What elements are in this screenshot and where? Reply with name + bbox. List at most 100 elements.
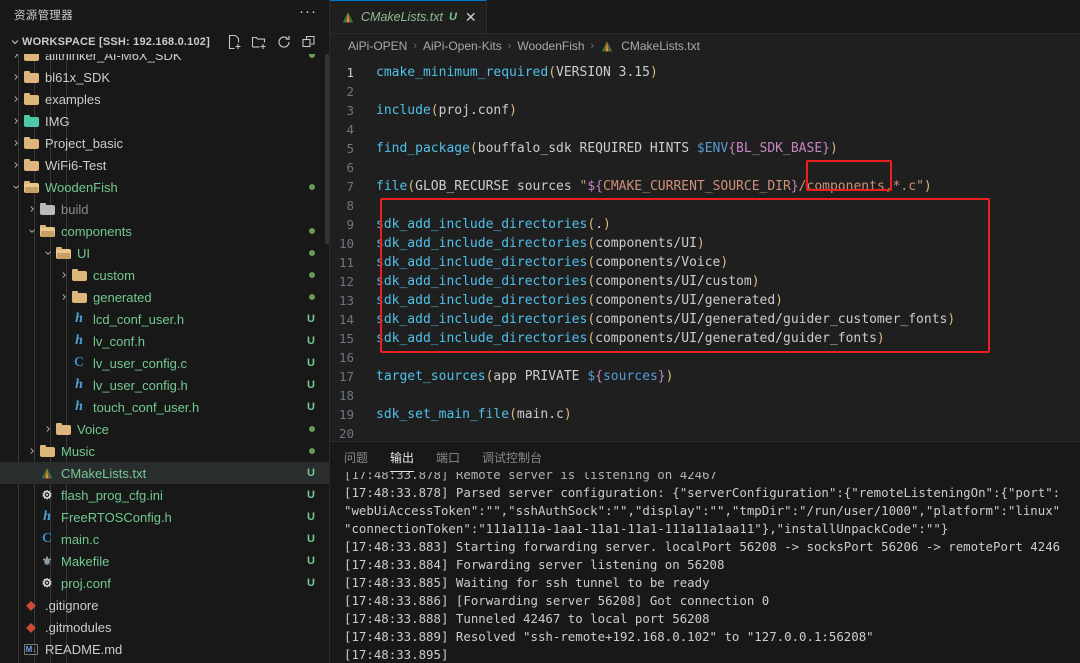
code-line[interactable]: 10 sdk_add_include_directories(components… [330,234,1080,253]
tree-file-row[interactable]: h touch_conf_user.h U [0,396,329,418]
tree-folder-row[interactable]: Project_basic [0,132,329,154]
code-line[interactable]: 4 [330,120,1080,139]
tree-file-row[interactable]: ⚜ Makefile U [0,550,329,572]
chevron-right-icon[interactable] [10,154,22,176]
code-line[interactable]: 7 file(GLOB_RECURSE sources "${CMAKE_CURR… [330,177,1080,196]
chevron-right-icon[interactable] [42,418,54,440]
chevron-right-icon[interactable] [26,198,38,220]
code-line[interactable]: 15 sdk_add_include_directories(components… [330,329,1080,348]
tree-file-row[interactable]: Cmain.c U [0,528,329,550]
tree-folder-row[interactable]: WoodenFish [0,176,329,198]
tree-folder-row[interactable]: generated [0,286,329,308]
code-line[interactable]: 14 sdk_add_include_directories(components… [330,310,1080,329]
close-icon[interactable]: ✕ [463,10,477,24]
tree-folder-row[interactable]: examples [0,88,329,110]
tree-folder-row[interactable]: WiFi6-Test [0,154,329,176]
code-line[interactable]: 1 cmake_minimum_required(VERSION 3.15) [330,63,1080,82]
code-token: ( [587,312,596,327]
chevron-down-icon[interactable] [42,242,54,264]
breadcrumb-segment[interactable]: AiPi-OPEN [348,39,407,53]
file-type-icon: h [70,308,88,330]
tree-file-row[interactable]: ◆ .gitignore [0,594,329,616]
breadcrumb-segment[interactable]: AiPi-Open-Kits [423,39,502,53]
folder-icon [23,54,39,61]
code-token: ) [665,369,674,384]
code-line[interactable]: 19 sdk_set_main_file(main.c) [330,405,1080,424]
chevron-right-icon[interactable] [10,132,22,154]
tree-folder-row[interactable]: UI [0,242,329,264]
breadcrumb[interactable]: AiPi-OPEN › AiPi-Open-Kits › WoodenFish › CMak… [330,34,1080,58]
code-line[interactable]: 17 target_sources(app PRIVATE ${sources}) [330,367,1080,386]
line-number: 17 [338,369,354,384]
chevron-right-icon[interactable] [58,264,70,286]
code-line[interactable]: 12 sdk_add_include_directories(components… [330,272,1080,291]
chevron-down-icon[interactable] [26,220,38,242]
tree-folder-row[interactable]: IMG [0,110,329,132]
code-token: sdk_add_include_directories [376,255,588,270]
editor-tab-cmakelists[interactable]: CMakeLists.txt U ✕ [330,0,487,33]
line-number: 2 [346,84,354,99]
tree-folder-row[interactable]: Voice [0,418,329,440]
tree-file-row[interactable]: M↓ README.md [0,638,329,660]
tree-folder-row[interactable]: components [0,220,329,242]
code-line[interactable]: 3 include(proj.conf) [330,101,1080,120]
tree-file-row[interactable]: Clv_user_config.c U [0,352,329,374]
tree-file-row[interactable]: ⚙ flash_prog_cfg.ini U [0,484,329,506]
refresh-icon[interactable] [276,34,292,50]
code-line[interactable]: 6 [330,158,1080,177]
code-line[interactable]: 20 [330,424,1080,441]
tree-file-row[interactable]: ⚙ proj.conf U [0,572,329,594]
panel-tab-bar[interactable]: 问题 输出 端口 调试控制台 [330,442,1080,472]
tree-folder-row[interactable]: custom [0,264,329,286]
tree-file-row[interactable]: h lv_conf.h U [0,330,329,352]
output-terminal[interactable]: [17:48:33.878] Remote server is listenin… [330,472,1080,663]
chevron-right-icon[interactable] [10,54,22,66]
workspace-root-row[interactable]: WORKSPACE [SSH: 192.168.0.102] [0,30,329,54]
tree-item-label: custom [93,267,135,283]
panel-tab[interactable]: 输出 [390,442,415,472]
file-type-icon: ◆ [22,616,40,638]
tree-folder-row[interactable]: build [0,198,329,220]
panel-tab[interactable]: 端口 [436,442,460,472]
code-editor[interactable]: 1 cmake_minimum_required(VERSION 3.15) 2 3 i… [330,58,1080,441]
chevron-down-icon[interactable] [10,176,22,198]
collapse-all-icon[interactable] [301,34,317,50]
tree-folder-row[interactable]: ailthinker_AI-M6X_SDK [0,54,329,66]
tree-file-row[interactable]: ◆ .gitmodules [0,616,329,638]
code-line[interactable]: 8 [330,196,1080,215]
code-line[interactable]: 2 [330,82,1080,101]
tree-folder-row[interactable]: Music [0,440,329,462]
chevron-right-icon[interactable] [58,286,70,308]
chevron-right-icon[interactable] [10,88,22,110]
file-type-icon: ⚙ [38,484,56,506]
chevron-right-icon[interactable] [26,440,38,462]
tree-file-row[interactable]: h lv_user_config.h U [0,374,329,396]
breadcrumb-segment[interactable]: CMakeLists.txt [621,39,700,53]
new-file-icon[interactable] [226,34,242,50]
chevron-right-icon[interactable] [10,110,22,132]
panel-tab[interactable]: 调试控制台 [482,442,542,472]
chevron-down-icon[interactable] [8,35,22,49]
folder-open-icon [39,224,55,237]
file-tree[interactable]: ailthinker_AI-M6X_SDK bl61x_SDK examples IM… [0,54,329,663]
sidebar-scrollbar[interactable] [325,54,329,244]
tree-file-row[interactable]: CMakeLists.txt U [0,462,329,484]
code-line[interactable]: 11 sdk_add_include_directories(components… [330,253,1080,272]
explorer-more-actions-icon[interactable]: ··· [299,4,317,23]
code-line[interactable]: 5 find_package(bouffalo_sdk REQUIRED HINT… [330,139,1080,158]
tree-folder-row[interactable]: bl61x_SDK [0,66,329,88]
code-content: 1 cmake_minimum_required(VERSION 3.15) 2 3 i… [330,58,1080,441]
code-line[interactable]: 18 [330,386,1080,405]
code-line-text: sdk_add_include_directories(components/U… [376,310,955,329]
chevron-right-icon[interactable] [10,66,22,88]
new-folder-icon[interactable] [251,34,267,50]
breadcrumb-segment[interactable]: WoodenFish [517,39,584,53]
code-line[interactable]: 16 [330,348,1080,367]
git-status-dot [309,184,315,190]
tree-file-row[interactable]: h lcd_conf_user.h U [0,308,329,330]
tree-file-row[interactable]: h FreeRTOSConfig.h U [0,506,329,528]
code-line[interactable]: 13 sdk_add_include_directories(components… [330,291,1080,310]
panel-tab[interactable]: 问题 [344,442,368,472]
code-line[interactable]: 9 sdk_add_include_directories(.) [330,215,1080,234]
line-number: 4 [346,122,354,137]
